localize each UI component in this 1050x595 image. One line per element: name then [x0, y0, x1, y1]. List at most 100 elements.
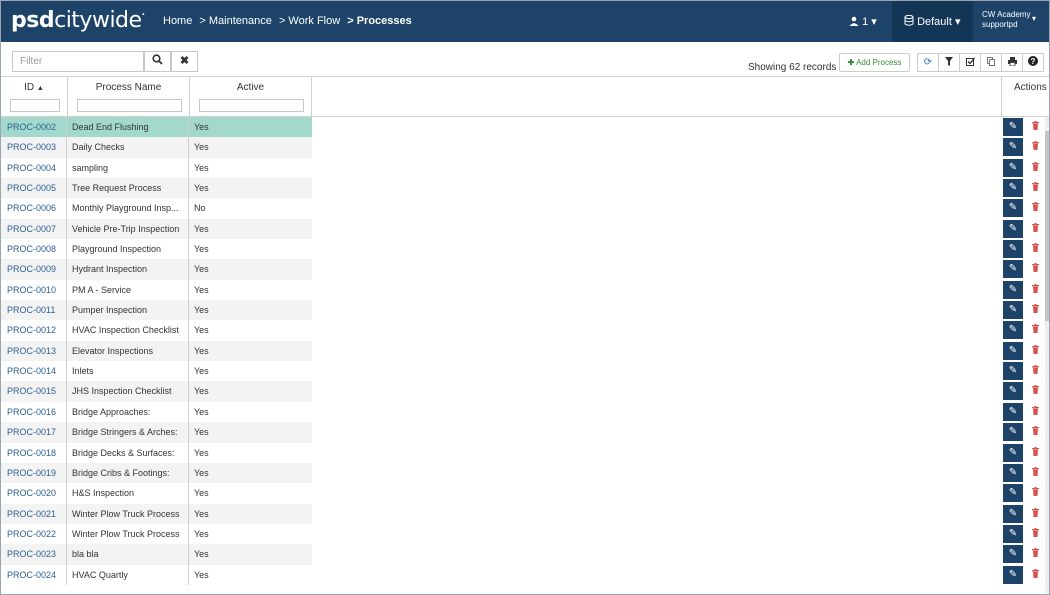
process-id-link[interactable]: PROC-0018	[1, 442, 67, 463]
column-process-name[interactable]: Process Name	[68, 77, 190, 117]
delete-button[interactable]	[1027, 566, 1043, 584]
delete-button[interactable]	[1027, 159, 1043, 177]
table-row[interactable]: PROC-0010 PM A - Service Yes	[1, 279, 312, 301]
delete-button[interactable]	[1027, 464, 1043, 482]
process-name-filter-input[interactable]	[77, 99, 182, 112]
edit-button[interactable]: ✎	[1003, 362, 1023, 381]
process-id-link[interactable]: PROC-0009	[1, 259, 67, 280]
table-row[interactable]: PROC-0012 HVAC Inspection Checklist Yes	[1, 320, 312, 341]
table-row[interactable]: PROC-0016 Bridge Approaches: Yes	[1, 401, 312, 423]
delete-button[interactable]	[1027, 382, 1043, 400]
print-button[interactable]	[1001, 53, 1023, 72]
process-id-link[interactable]: PROC-0021	[1, 503, 67, 524]
active-filter-input[interactable]	[199, 99, 304, 112]
process-id-link[interactable]: PROC-0017	[1, 422, 67, 443]
table-row[interactable]: PROC-0013 Elevator Inspections Yes	[1, 340, 312, 362]
table-row[interactable]: PROC-0019 Bridge Cribs & Footings: Yes	[1, 462, 312, 484]
edit-button[interactable]: ✎	[1003, 545, 1023, 564]
delete-button[interactable]	[1027, 281, 1043, 299]
table-row[interactable]: PROC-0005 Tree Request Process Yes	[1, 178, 312, 199]
process-id-link[interactable]: PROC-0003	[1, 137, 67, 158]
table-row[interactable]: PROC-0018 Bridge Decks & Surfaces: Yes	[1, 442, 312, 463]
edit-button[interactable]: ✎	[1003, 463, 1023, 482]
table-row[interactable]: PROC-0015 JHS Inspection Checklist Yes	[1, 381, 312, 402]
process-id-link[interactable]: PROC-0007	[1, 218, 67, 240]
table-row[interactable]: PROC-0011 Pumper Inspection Yes	[1, 300, 312, 321]
vertical-scrollbar[interactable]	[1045, 117, 1049, 594]
delete-button[interactable]	[1027, 362, 1043, 380]
table-row[interactable]: PROC-0004 sampling Yes	[1, 157, 312, 179]
edit-button[interactable]: ✎	[1003, 219, 1023, 238]
edit-button[interactable]: ✎	[1003, 423, 1023, 442]
delete-button[interactable]	[1027, 138, 1043, 156]
help-button[interactable]: ?	[1022, 53, 1044, 72]
table-row[interactable]: PROC-0024 HVAC Quartly Yes	[1, 564, 312, 585]
scrollbar-thumb[interactable]	[1045, 131, 1049, 321]
edit-button[interactable]: ✎	[1003, 301, 1023, 320]
edit-button[interactable]: ✎	[1003, 280, 1023, 299]
edit-button[interactable]: ✎	[1003, 443, 1023, 462]
delete-button[interactable]	[1027, 423, 1043, 441]
process-id-link[interactable]: PROC-0006	[1, 198, 67, 219]
table-row[interactable]: PROC-0023 bla bla Yes	[1, 544, 312, 565]
edit-button[interactable]: ✎	[1003, 179, 1023, 198]
edit-button[interactable]: ✎	[1003, 240, 1023, 259]
delete-button[interactable]	[1027, 179, 1043, 197]
process-id-link[interactable]: PROC-0008	[1, 239, 67, 260]
edit-button[interactable]: ✎	[1003, 402, 1023, 421]
table-row[interactable]: PROC-0021 Winter Plow Truck Process Yes	[1, 503, 312, 524]
delete-button[interactable]	[1027, 199, 1043, 217]
table-row[interactable]: PROC-0002 Dead End Flushing Yes	[1, 117, 312, 138]
filter-input[interactable]: Filter	[12, 51, 144, 72]
edit-button[interactable]: ✎	[1003, 504, 1023, 523]
process-id-link[interactable]: PROC-0015	[1, 381, 67, 402]
table-row[interactable]: PROC-0008 Playground Inspection Yes	[1, 239, 312, 260]
logo[interactable]: psdcitywide.	[11, 8, 145, 33]
delete-button[interactable]	[1027, 342, 1043, 360]
edit-button[interactable]: ✎	[1003, 260, 1023, 279]
select-columns-button[interactable]	[959, 53, 981, 72]
process-id-link[interactable]: PROC-0023	[1, 544, 67, 565]
process-id-link[interactable]: PROC-0012	[1, 320, 67, 341]
delete-button[interactable]	[1027, 301, 1043, 319]
delete-button[interactable]	[1027, 260, 1043, 278]
edit-button[interactable]: ✎	[1003, 565, 1023, 584]
delete-button[interactable]	[1027, 525, 1043, 543]
delete-button[interactable]	[1027, 505, 1043, 523]
table-row[interactable]: PROC-0007 Vehicle Pre-Trip Inspection Yes	[1, 218, 312, 240]
clear-filter-button[interactable]: ✖	[171, 51, 198, 72]
table-row[interactable]: PROC-0009 Hydrant Inspection Yes	[1, 259, 312, 280]
edit-button[interactable]: ✎	[1003, 321, 1023, 340]
column-active[interactable]: Active	[190, 77, 312, 117]
copy-button[interactable]	[980, 53, 1002, 72]
delete-button[interactable]	[1027, 545, 1043, 563]
table-row[interactable]: PROC-0006 Monthly Playground Insp... No	[1, 198, 312, 219]
delete-button[interactable]	[1027, 240, 1043, 258]
process-id-link[interactable]: PROC-0024	[1, 564, 67, 585]
edit-button[interactable]: ✎	[1003, 484, 1023, 503]
process-id-link[interactable]: PROC-0002	[1, 117, 67, 138]
table-row[interactable]: PROC-0003 Daily Checks Yes	[1, 137, 312, 158]
id-filter-input[interactable]	[10, 99, 60, 112]
breadcrumb-maintenance[interactable]: > Maintenance	[199, 15, 271, 27]
process-id-link[interactable]: PROC-0004	[1, 157, 67, 179]
edit-button[interactable]: ✎	[1003, 524, 1023, 543]
process-id-link[interactable]: PROC-0010	[1, 279, 67, 301]
edit-button[interactable]: ✎	[1003, 199, 1023, 218]
breadcrumb-workflow[interactable]: > Work Flow	[279, 15, 340, 27]
column-id[interactable]: ID ▲	[1, 77, 68, 117]
search-button[interactable]	[144, 51, 171, 72]
delete-button[interactable]	[1027, 118, 1043, 136]
filter-toggle-button[interactable]	[938, 53, 960, 72]
process-id-link[interactable]: PROC-0011	[1, 300, 67, 321]
process-id-link[interactable]: PROC-0013	[1, 340, 67, 362]
table-row[interactable]: PROC-0022 Winter Plow Truck Process Yes	[1, 523, 312, 545]
edit-button[interactable]: ✎	[1003, 118, 1023, 136]
delete-button[interactable]	[1027, 403, 1043, 421]
process-id-link[interactable]: PROC-0005	[1, 178, 67, 199]
delete-button[interactable]	[1027, 484, 1043, 502]
process-id-link[interactable]: PROC-0019	[1, 462, 67, 484]
edit-button[interactable]: ✎	[1003, 158, 1023, 177]
delete-button[interactable]	[1027, 321, 1043, 339]
refresh-button[interactable]: ⟳	[917, 53, 939, 72]
